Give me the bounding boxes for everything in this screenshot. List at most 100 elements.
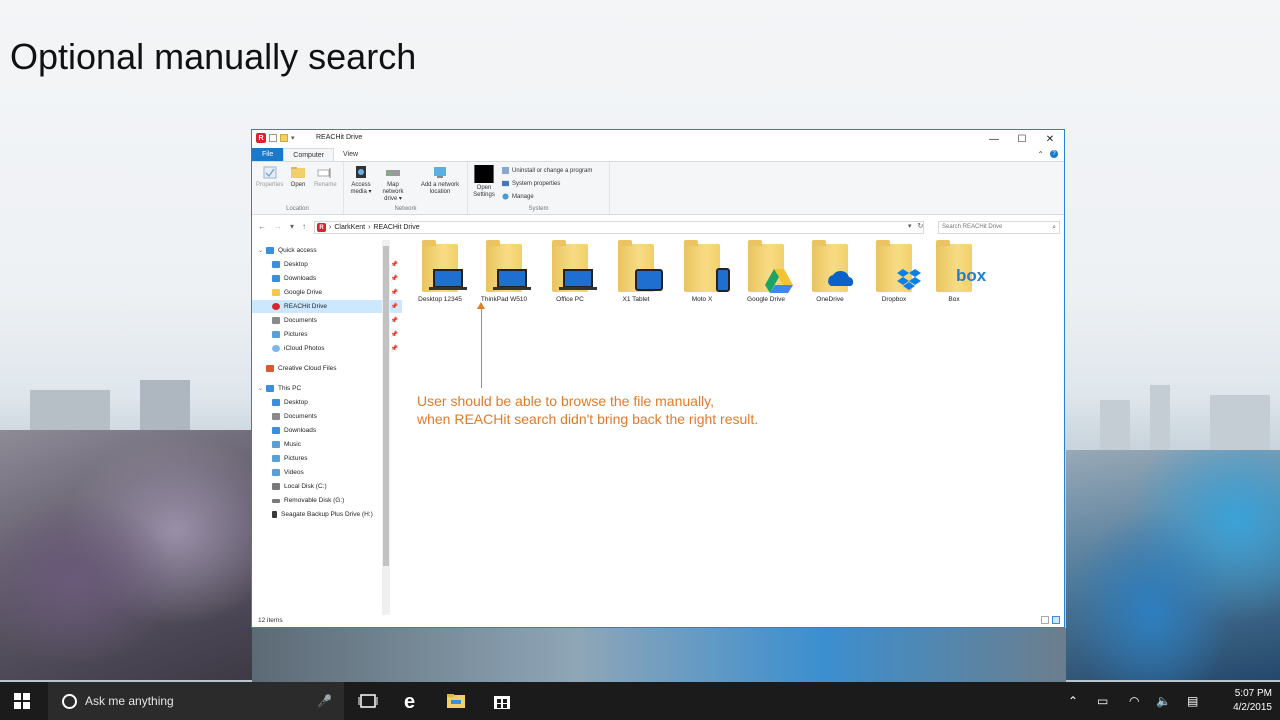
nav-removable-disk[interactable]: Removable Disk (G:) (252, 494, 402, 507)
large-icons-view-button[interactable] (1052, 616, 1060, 624)
properties-quick-icon[interactable] (269, 134, 277, 142)
nav-scrollbar[interactable] (382, 240, 390, 615)
folder-icon (486, 240, 531, 292)
title-bar[interactable]: R ▾ REACHit Drive — ☐ ✕ (252, 130, 1064, 148)
nav-scrollbar-thumb[interactable] (383, 246, 389, 566)
chevron-down-icon: ⌄ (258, 248, 264, 254)
add-network-location-button[interactable]: Add a network location (416, 165, 464, 196)
manage-link[interactable]: Manage (502, 193, 534, 200)
folder-item[interactable]: Office PC (540, 240, 600, 303)
nav-seagate-drive[interactable]: Seagate Backup Plus Drive (H:) (252, 508, 402, 521)
show-hidden-icons-chevron-icon[interactable]: ⌃ (1068, 694, 1078, 708)
edge-browser-icon[interactable]: e (402, 692, 422, 710)
cortana-search-box[interactable]: Ask me anything 🎤 (48, 682, 344, 720)
folder-icon (618, 240, 663, 292)
pin-icon[interactable]: 📌 (391, 261, 398, 268)
battery-icon[interactable]: ▭ (1097, 694, 1108, 708)
system-properties-link[interactable]: System properties (502, 180, 560, 187)
details-view-button[interactable] (1041, 616, 1049, 624)
documents-icon (272, 317, 280, 324)
nav-google-drive[interactable]: Google Drive 📌 (252, 286, 402, 299)
open-button[interactable]: Open (290, 165, 306, 189)
tab-file[interactable]: File (252, 148, 284, 161)
nav-desktop[interactable]: Desktop 📌 (252, 258, 402, 271)
nav-pc-documents[interactable]: Documents (252, 410, 402, 423)
maximize-button[interactable]: ☐ (1008, 130, 1036, 148)
breadcrumb-reachit-drive[interactable]: REACHit Drive (373, 224, 419, 231)
access-media-button[interactable]: Access media ▾ (348, 165, 374, 196)
map-network-drive-button[interactable]: Map network drive ▾ (376, 165, 410, 203)
chevron-up-icon[interactable]: ⌃ (1037, 150, 1044, 159)
rename-button[interactable]: Rename (314, 165, 337, 189)
nav-pc-videos[interactable]: Videos (252, 466, 402, 479)
refresh-icon[interactable]: ↻ (918, 222, 924, 230)
close-button[interactable]: ✕ (1036, 130, 1064, 148)
windows-start-icon[interactable] (14, 693, 30, 709)
nav-pc-desktop[interactable]: Desktop (252, 396, 402, 409)
folder-item[interactable]: ThinkPad W510 (474, 240, 534, 303)
recent-dropdown-icon[interactable]: ▾ (290, 222, 294, 231)
properties-button[interactable]: Properties (256, 165, 283, 189)
nav-reachit-drive[interactable]: REACHit Drive 📌 (252, 300, 402, 313)
qat-dropdown-icon[interactable]: ▾ (291, 134, 295, 142)
back-arrow-icon[interactable]: ← (258, 222, 266, 231)
nav-pictures[interactable]: Pictures 📌 (252, 328, 402, 341)
folder-item[interactable]: X1 Tablet (606, 240, 666, 303)
folder-label: Dropbox (881, 296, 907, 303)
nav-pc-downloads[interactable]: Downloads (252, 424, 402, 437)
tab-view[interactable]: View (334, 148, 367, 161)
nav-icloud-photos[interactable]: iCloud Photos 📌 (252, 342, 402, 355)
nav-downloads[interactable]: Downloads 📌 (252, 272, 402, 285)
folder-item[interactable]: OneDrive (800, 240, 860, 303)
pin-icon[interactable]: 📌 (391, 275, 398, 282)
computer-icon (266, 385, 275, 392)
new-folder-quick-icon[interactable] (280, 134, 288, 142)
nav-quick-access[interactable]: ⌄ Quick access (252, 244, 388, 257)
pin-icon[interactable]: 📌 (391, 303, 398, 310)
folder-label: Desktop 12345 (418, 296, 462, 303)
help-icon[interactable]: ? (1050, 150, 1058, 158)
minimize-button[interactable]: — (980, 130, 1008, 148)
nav-creative-cloud-files[interactable]: Creative Cloud Files (252, 362, 396, 375)
folder-item[interactable]: Moto X (672, 240, 732, 303)
volume-icon[interactable]: 🔈 (1156, 694, 1171, 708)
nav-this-pc[interactable]: ⌄ This PC (252, 382, 388, 395)
address-bar[interactable]: R › ClarkKent › REACHit Drive (314, 221, 924, 234)
open-settings-button[interactable]: Open Settings (472, 165, 496, 199)
icloud-icon (272, 345, 280, 352)
forward-arrow-icon[interactable]: → (274, 222, 282, 231)
uninstall-program-link[interactable]: Uninstall or change a program (502, 167, 592, 174)
pin-icon[interactable]: 📌 (391, 317, 398, 324)
folder-icon: box (936, 240, 986, 292)
tab-computer[interactable]: Computer (283, 148, 335, 161)
file-explorer-taskbar-icon[interactable] (446, 692, 466, 710)
nav-pc-pictures[interactable]: Pictures (252, 452, 402, 465)
ribbon-group-network: Access media ▾ Map network drive ▾ Add a… (344, 162, 468, 214)
up-arrow-icon[interactable]: ↑ (302, 222, 306, 231)
pin-icon[interactable]: 📌 (391, 345, 398, 352)
wifi-icon[interactable]: ◠ (1129, 694, 1139, 708)
folder-icon (684, 240, 730, 292)
folder-item[interactable]: Desktop 12345 (410, 240, 470, 303)
ribbon-group-label: System (528, 206, 549, 212)
system-clock[interactable]: 5:07 PM 4/2/2015 (1212, 687, 1272, 715)
folder-icon (272, 289, 280, 296)
action-center-icon[interactable]: ▤ (1187, 694, 1198, 708)
breadcrumb-clarkkent[interactable]: ClarkKent (334, 224, 365, 231)
quick-access-toolbar: R ▾ (256, 133, 295, 143)
status-item-count: 12 items (258, 617, 283, 624)
nav-documents[interactable]: Documents 📌 (252, 314, 402, 327)
pin-icon[interactable]: 📌 (391, 331, 398, 338)
pin-icon[interactable]: 📌 (391, 289, 398, 296)
folder-item[interactable]: Dropbox (864, 240, 924, 303)
task-view-icon[interactable] (358, 692, 378, 710)
nav-local-disk[interactable]: Local Disk (C:) (252, 480, 402, 493)
external-drive-icon (272, 511, 277, 518)
folder-item[interactable]: Google Drive (736, 240, 796, 303)
microphone-icon[interactable]: 🎤 (317, 694, 332, 708)
folder-item[interactable]: box Box (924, 240, 986, 303)
search-input[interactable]: Search REACHit Drive ⌕ (938, 221, 1060, 234)
store-icon[interactable] (492, 692, 512, 710)
address-dropdown-icon[interactable]: ▾ (908, 222, 912, 230)
nav-pc-music[interactable]: Music (252, 438, 402, 451)
